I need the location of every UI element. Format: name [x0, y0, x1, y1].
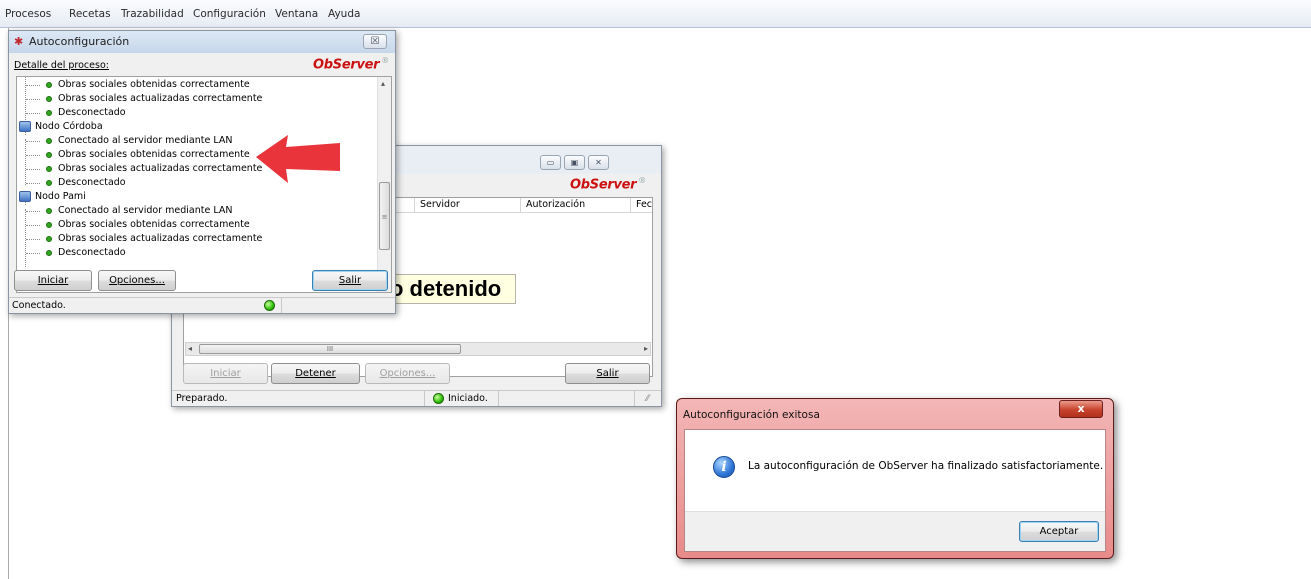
- tree-item-label: Conectado al servidor mediante LAN: [58, 205, 233, 216]
- status-dot-icon: [46, 82, 52, 88]
- status-dot-icon: [46, 180, 52, 186]
- tree-item-label: Conectado al servidor mediante LAN: [58, 135, 233, 146]
- tree-connector: [26, 211, 40, 212]
- service-state-text: Iniciado.: [448, 393, 488, 404]
- tree-item-label: Obras sociales actualizadas correctament…: [58, 163, 263, 174]
- autoconfig-status-bar: Conectado.: [9, 297, 395, 313]
- information-icon: i: [713, 456, 735, 478]
- tree-connector: [26, 239, 40, 240]
- autoconfig-success-dialog: Autoconfiguración exitosa x i La autocon…: [676, 398, 1114, 559]
- tree-item[interactable]: Desconectado: [17, 246, 372, 260]
- detail-label: Detalle del proceso:: [14, 60, 109, 71]
- minimize-button[interactable]: ▭: [540, 155, 561, 170]
- tree-item-label: Obras sociales actualizadas correctament…: [58, 93, 263, 104]
- iniciar-button[interactable]: Iniciar: [183, 363, 268, 384]
- dialog-message: La autoconfiguración de ObServer ha fina…: [748, 460, 1104, 472]
- dialog-client: i La autoconfiguración de ObServer ha fi…: [684, 429, 1106, 552]
- tree-connector: [26, 183, 40, 184]
- tree-item[interactable]: Obras sociales obtenidas correctamente: [17, 218, 372, 232]
- tree-item[interactable]: Desconectado: [17, 106, 372, 120]
- computer-node-icon: [19, 121, 31, 132]
- tree-scroll-thumb[interactable]: ≡: [379, 182, 390, 250]
- scroll-up-icon[interactable]: ▴: [381, 79, 385, 88]
- window-title: Autoconfiguración: [29, 35, 130, 48]
- opciones-button[interactable]: Opciones...: [98, 270, 176, 291]
- status-dot-icon: [46, 152, 52, 158]
- status-dot-icon: [46, 138, 52, 144]
- scroll-right-icon[interactable]: ▸: [644, 344, 648, 353]
- main-status-bar: Preparado. Iniciado. ⁄⁄: [172, 390, 661, 406]
- tree-item-label: Obras sociales obtenidas correctamente: [58, 79, 250, 90]
- app-menu-bar: Procesos Recetas Trazabilidad Configurac…: [0, 0, 1311, 28]
- tree-item[interactable]: Obras sociales actualizadas correctament…: [17, 92, 372, 106]
- detener-button[interactable]: Detener: [271, 363, 360, 384]
- connection-status-text: Conectado.: [12, 300, 66, 311]
- menu-configuracion[interactable]: Configuración: [193, 8, 266, 20]
- tree-connector: [26, 99, 40, 100]
- status-led-icon: [433, 393, 444, 404]
- tree-connector: [26, 85, 40, 86]
- close-button[interactable]: ✕: [588, 155, 609, 170]
- status-dot-icon: [46, 236, 52, 242]
- tree-item-label: Desconectado: [58, 247, 126, 258]
- tree-connector: [26, 253, 40, 254]
- maximize-button[interactable]: ▣: [564, 155, 585, 170]
- red-pointer-arrow-icon: [256, 135, 340, 183]
- status-dot-icon: [46, 166, 52, 172]
- tree-connector: [26, 113, 40, 114]
- tree-item-label: Desconectado: [58, 177, 126, 188]
- iniciar-button[interactable]: Iniciar: [14, 270, 92, 291]
- status-dot-icon: [46, 250, 52, 256]
- tree-connector: [26, 155, 40, 156]
- aceptar-button[interactable]: Aceptar: [1019, 521, 1099, 542]
- tree-item-label: Obras sociales obtenidas correctamente: [58, 219, 250, 230]
- tree-item[interactable]: Obras sociales obtenidas correctamente: [17, 78, 372, 92]
- tree-connector: [26, 141, 40, 142]
- column-autorizacion[interactable]: Autorización: [520, 198, 630, 212]
- menu-ventana[interactable]: Ventana: [275, 8, 318, 20]
- salir-button[interactable]: Salir: [312, 270, 388, 291]
- tree-vertical-scrollbar[interactable]: ▴ ≡ ▾: [377, 77, 391, 292]
- app-icon: ✱: [14, 35, 24, 48]
- tree-connector: [26, 225, 40, 226]
- dialog-title: Autoconfiguración exitosa: [683, 409, 820, 421]
- tree-item-label: Obras sociales actualizadas correctament…: [58, 233, 263, 244]
- status-text: Preparado.: [176, 393, 228, 404]
- connection-led-icon: [264, 300, 275, 311]
- dialog-close-button[interactable]: x: [1059, 400, 1103, 418]
- observer-logo: ObServer ®: [313, 56, 389, 73]
- menu-recetas[interactable]: Recetas: [69, 8, 111, 20]
- tree-node[interactable]: Nodo Pami: [17, 190, 372, 204]
- opciones-button[interactable]: Opciones...: [365, 363, 450, 384]
- salir-button[interactable]: Salir: [565, 363, 650, 384]
- autoconfig-titlebar: ✱ Autoconfiguración ☒: [9, 31, 395, 53]
- tree-node-label: Nodo Córdoba: [35, 121, 103, 132]
- status-dot-icon: [46, 110, 52, 116]
- dialog-footer: Aceptar: [685, 511, 1105, 551]
- resize-grip-icon[interactable]: ⁄⁄: [646, 392, 649, 407]
- scroll-left-icon[interactable]: ◂: [188, 344, 192, 353]
- menu-ayuda[interactable]: Ayuda: [328, 8, 360, 20]
- status-dot-icon: [46, 96, 52, 102]
- close-button[interactable]: ☒: [363, 34, 387, 49]
- status-dot-icon: [46, 208, 52, 214]
- horizontal-scrollbar[interactable]: ◂ III ▸: [185, 342, 651, 356]
- service-stopped-banner: o detenido: [383, 274, 516, 304]
- tree-item[interactable]: Obras sociales actualizadas correctament…: [17, 232, 372, 246]
- tree-node[interactable]: Nodo Córdoba: [17, 120, 372, 134]
- menu-trazabilidad[interactable]: Trazabilidad: [121, 8, 184, 20]
- scroll-thumb[interactable]: III: [199, 344, 461, 354]
- status-dot-icon: [46, 222, 52, 228]
- column-servidor[interactable]: Servidor: [414, 198, 520, 212]
- tree-item-label: Obras sociales obtenidas correctamente: [58, 149, 250, 160]
- column-fecha[interactable]: Fecl: [630, 198, 652, 212]
- menu-procesos[interactable]: Procesos: [5, 8, 51, 20]
- tree-node-label: Nodo Pami: [35, 191, 86, 202]
- tree-item[interactable]: Conectado al servidor mediante LAN: [17, 204, 372, 218]
- tree-item-label: Desconectado: [58, 107, 126, 118]
- tree-connector: [26, 169, 40, 170]
- computer-node-icon: [19, 191, 31, 202]
- observer-logo: ObServer ®: [570, 176, 646, 193]
